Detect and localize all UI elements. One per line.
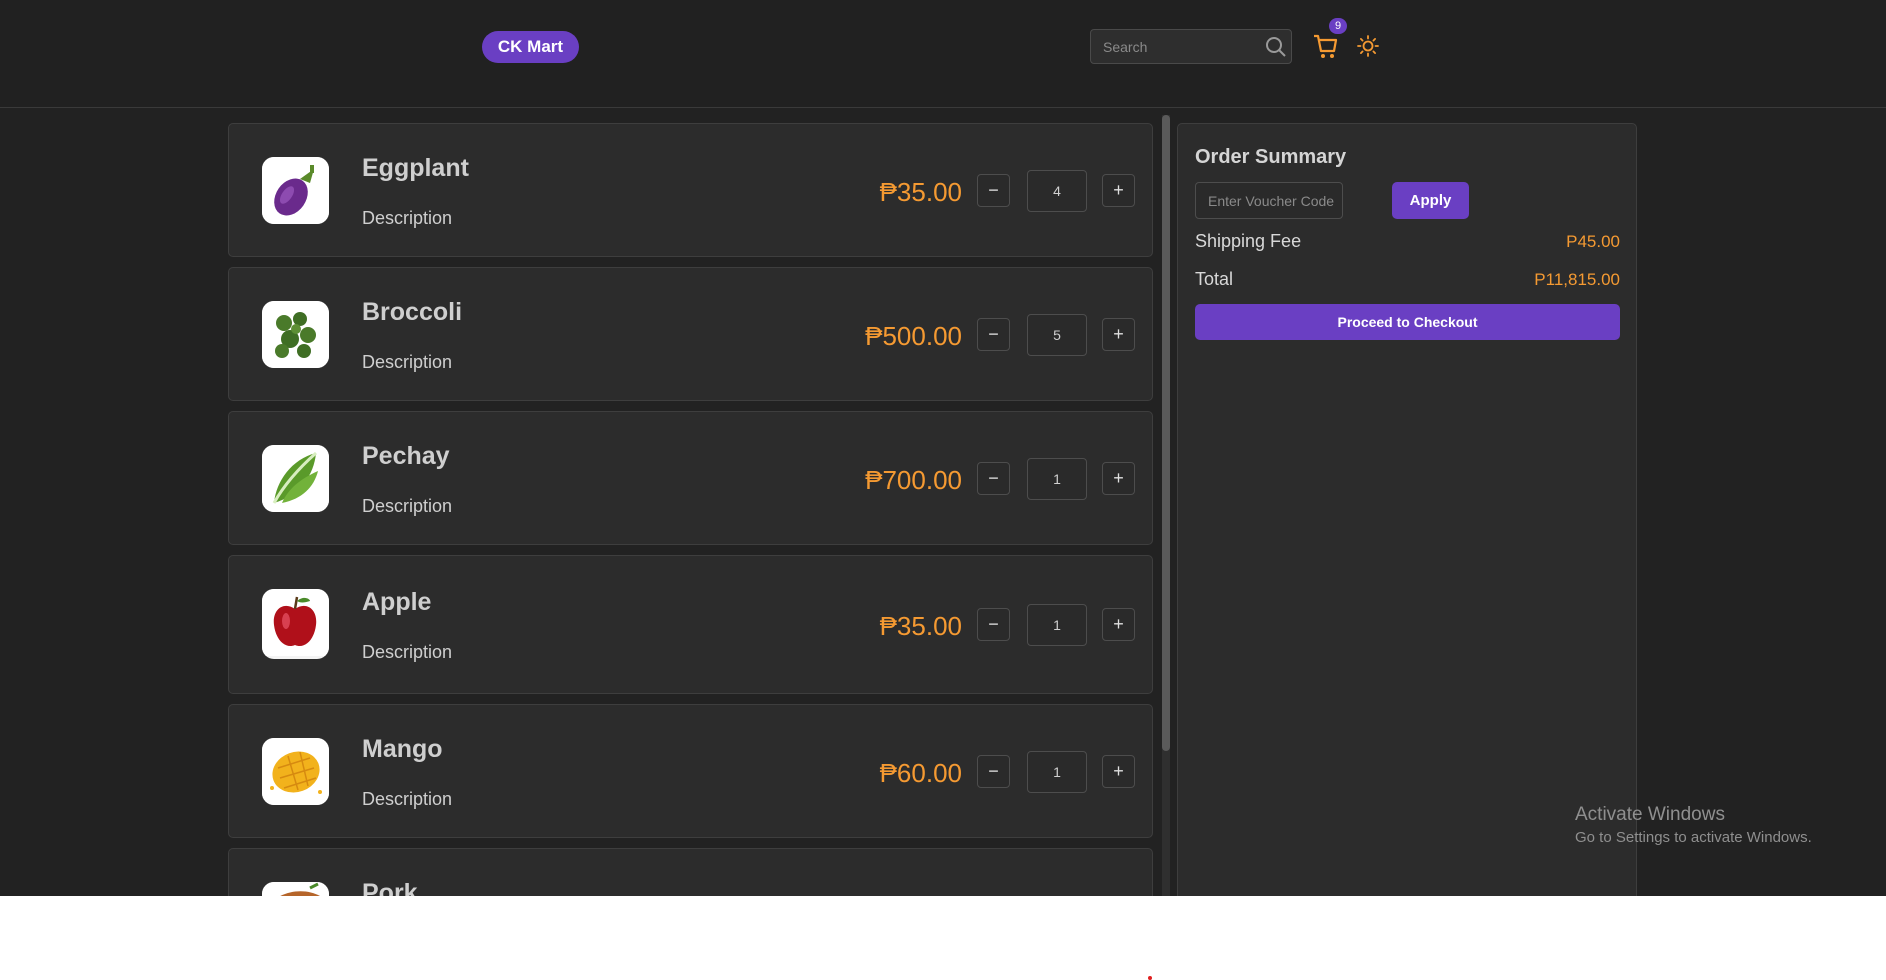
item-price: ₱700.00 <box>865 465 962 495</box>
item-name: Apple <box>362 588 432 616</box>
increment-button[interactable]: + <box>1102 318 1135 351</box>
decrement-button[interactable]: − <box>977 608 1010 641</box>
app-window: CK Mart 9 <box>0 0 1886 896</box>
item-description: Description <box>362 208 453 228</box>
watermark-subtitle: Go to Settings to activate Windows. <box>1575 829 1812 846</box>
cart-item-broccoli: Broccoli Description ₱500.00 − 5 + <box>228 267 1153 401</box>
quantity-field[interactable]: 5 <box>1027 314 1087 356</box>
brand-logo[interactable]: CK Mart <box>482 31 579 63</box>
item-name: Mango <box>362 735 443 763</box>
item-price: ₱60.00 <box>879 758 962 788</box>
search-bar <box>1090 29 1292 64</box>
shipping-fee-value: P45.00 <box>1566 232 1620 251</box>
order-summary-panel: Order Summary Apply Shipping Fee P45.00 … <box>1177 123 1637 896</box>
cart-item-eggplant: Eggplant Description ₱35.00 − 4 + <box>228 123 1153 257</box>
scrollbar-thumb[interactable] <box>1162 115 1170 751</box>
voucher-code-input[interactable] <box>1195 182 1343 219</box>
decrement-button[interactable]: − <box>977 318 1010 351</box>
cart-item-mango: Mango Description ₱60.00 − 1 + <box>228 704 1153 838</box>
decrement-button[interactable]: − <box>977 174 1010 207</box>
proceed-to-checkout-button[interactable]: Proceed to Checkout <box>1195 304 1620 340</box>
increment-button[interactable]: + <box>1102 608 1135 641</box>
decrement-button[interactable]: − <box>977 755 1010 788</box>
item-name: Eggplant <box>362 154 469 182</box>
item-price: ₱35.00 <box>879 611 962 641</box>
increment-button[interactable]: + <box>1102 462 1135 495</box>
cart-item-pechay: Pechay Description ₱700.00 − 1 + <box>228 411 1153 545</box>
top-header: CK Mart 9 <box>0 0 1886 108</box>
decrement-button[interactable]: − <box>977 462 1010 495</box>
total-value: P11,815.00 <box>1534 270 1620 289</box>
quantity-field[interactable]: 1 <box>1027 751 1087 793</box>
item-price: ₱500.00 <box>865 321 962 351</box>
eggplant-image <box>262 157 329 224</box>
item-price: ₱35.00 <box>879 177 962 207</box>
cart-count-badge: 9 <box>1329 18 1347 34</box>
cursor-dot <box>1148 976 1152 980</box>
mango-image <box>262 738 329 805</box>
sun-icon[interactable] <box>1357 35 1379 57</box>
search-input[interactable] <box>1091 30 1255 63</box>
cart-item-pork: Pork <box>228 848 1153 896</box>
quantity-field[interactable]: 4 <box>1027 170 1087 212</box>
item-name: Broccoli <box>362 298 463 326</box>
item-description: Description <box>362 496 453 516</box>
item-name: Pechay <box>362 442 450 470</box>
quantity-field[interactable]: 1 <box>1027 458 1087 500</box>
pechay-image <box>262 445 329 512</box>
increment-button[interactable]: + <box>1102 174 1135 207</box>
list-scrollbar[interactable] <box>1162 115 1170 896</box>
windows-activation-watermark: Activate Windows Go to Settings to activ… <box>1575 804 1812 846</box>
search-icon[interactable] <box>1265 36 1287 58</box>
pork-image <box>262 882 329 896</box>
item-description: Description <box>362 642 453 662</box>
order-summary-title: Order Summary <box>1195 146 1347 168</box>
watermark-title: Activate Windows <box>1575 804 1725 825</box>
total-label: Total <box>1195 269 1234 289</box>
item-name: Pork <box>362 879 418 896</box>
cart-item-list: Eggplant Description ₱35.00 − 4 + Brocco… <box>228 123 1153 896</box>
item-description: Description <box>362 352 453 372</box>
shipping-fee-label: Shipping Fee <box>1195 231 1302 251</box>
apple-image <box>262 589 329 659</box>
quantity-field[interactable]: 1 <box>1027 604 1087 646</box>
cart-item-apple: Apple Description ₱35.00 − 1 + <box>228 555 1153 694</box>
broccoli-image <box>262 301 329 368</box>
item-description: Description <box>362 789 453 809</box>
cart-icon[interactable] <box>1312 32 1338 60</box>
increment-button[interactable]: + <box>1102 755 1135 788</box>
apply-voucher-button[interactable]: Apply <box>1392 182 1469 219</box>
